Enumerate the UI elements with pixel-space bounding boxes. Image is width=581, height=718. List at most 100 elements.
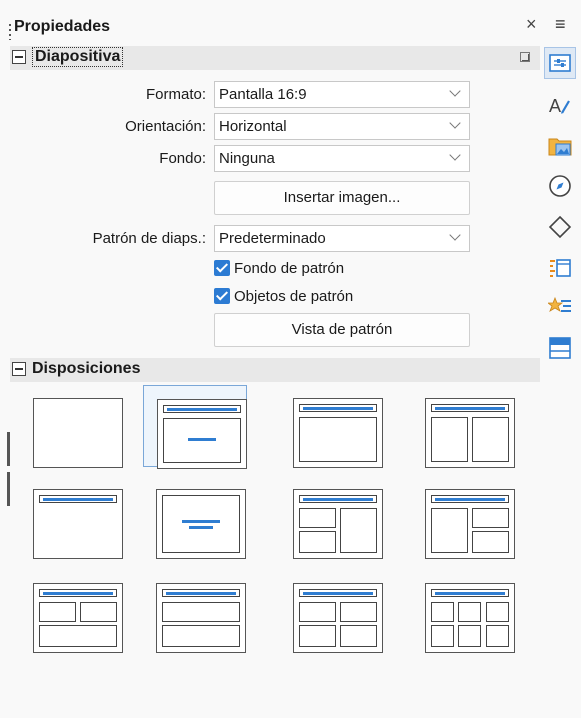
title-placeholder xyxy=(163,405,241,413)
master-view-button[interactable]: Vista de patrón xyxy=(214,313,470,347)
layout-title-two-content[interactable] xyxy=(412,385,516,468)
layout-thumbnail xyxy=(156,489,246,559)
styles-tab-icon[interactable]: A xyxy=(544,89,576,121)
text-line xyxy=(189,526,213,529)
layout-title-slide[interactable] xyxy=(143,385,247,469)
collapse-icon[interactable] xyxy=(12,362,26,376)
layout-thumbnail xyxy=(293,583,383,653)
content-placeholder xyxy=(486,602,509,622)
format-label: Formato: xyxy=(145,86,206,103)
layout-thumbnail xyxy=(156,583,246,653)
content-placeholder xyxy=(472,417,509,462)
content-placeholder xyxy=(472,508,509,528)
sidebar-tabbar: A xyxy=(540,40,581,718)
layout-thumbnail xyxy=(425,398,515,468)
section-title-layouts: Disposiciones xyxy=(32,360,141,377)
content-placeholder xyxy=(431,602,454,622)
text-line xyxy=(182,520,220,523)
svg-text:A: A xyxy=(549,96,561,116)
title-placeholder xyxy=(299,589,377,597)
more-options-icon[interactable] xyxy=(520,52,530,62)
content-placeholder xyxy=(431,417,468,462)
content-placeholder xyxy=(431,625,454,647)
layout-thumbnail xyxy=(425,583,515,653)
subtitle-line xyxy=(188,438,216,441)
format-value: Pantalla 16:9 xyxy=(219,86,307,103)
title-placeholder xyxy=(431,495,509,503)
master-objects-checkbox[interactable]: Objetos de patrón xyxy=(214,288,353,305)
layout-thumbnail xyxy=(293,489,383,559)
content-placeholder xyxy=(162,495,240,553)
content-placeholder xyxy=(299,531,336,553)
content-placeholder xyxy=(299,602,336,622)
splitter-handle[interactable] xyxy=(7,432,10,466)
title-placeholder xyxy=(431,404,509,412)
layout-thumbnail xyxy=(157,399,247,469)
layout-title-2content-content[interactable] xyxy=(280,476,384,559)
title-placeholder xyxy=(431,589,509,597)
background-label: Fondo: xyxy=(159,150,206,167)
layout-title-2content-over-content[interactable] xyxy=(20,570,124,653)
content-placeholder xyxy=(340,625,377,647)
background-dropdown[interactable]: Ninguna xyxy=(214,145,470,172)
master-slide-label: Patrón de diaps.: xyxy=(92,230,206,247)
format-dropdown[interactable]: Pantalla 16:9 xyxy=(214,81,470,108)
master-background-label: Fondo de patrón xyxy=(234,260,345,277)
close-icon[interactable]: × xyxy=(526,14,537,35)
content-placeholder xyxy=(431,508,468,553)
properties-tab-icon[interactable] xyxy=(544,47,576,79)
layout-thumbnail xyxy=(293,398,383,468)
layout-title-content-2content[interactable] xyxy=(412,476,516,559)
insert-image-button[interactable]: Insertar imagen... xyxy=(214,181,470,215)
master-slide-value: Predeterminado xyxy=(219,230,326,247)
content-placeholder xyxy=(39,602,76,622)
layout-centered-text[interactable] xyxy=(143,476,247,559)
animation-tab-icon[interactable] xyxy=(544,291,576,323)
chevron-down-icon xyxy=(449,85,461,97)
panel-title: Propiedades xyxy=(14,18,111,35)
master-objects-label: Objetos de patrón xyxy=(234,288,354,305)
content-placeholder xyxy=(458,602,481,622)
orientation-label: Orientación: xyxy=(125,118,206,135)
title-placeholder xyxy=(299,404,377,412)
orientation-dropdown[interactable]: Horizontal xyxy=(214,113,470,140)
content-placeholder xyxy=(458,625,481,647)
checkbox-checked-icon xyxy=(214,260,230,276)
title-placeholder xyxy=(39,589,117,597)
content-placeholder xyxy=(472,531,509,553)
properties-panel: Propiedades × Diapositiva Formato: Panta… xyxy=(0,0,540,718)
content-placeholder xyxy=(340,508,377,553)
drag-grip[interactable] xyxy=(9,24,11,40)
chevron-down-icon xyxy=(449,117,461,129)
slide-transition-tab-icon[interactable] xyxy=(544,252,576,284)
section-header-slide[interactable]: Diapositiva xyxy=(10,46,540,70)
splitter-handle[interactable] xyxy=(7,472,10,506)
layout-thumbnail xyxy=(33,489,123,559)
layout-title-content[interactable] xyxy=(280,385,384,468)
layout-title-only[interactable] xyxy=(20,476,124,559)
chevron-down-icon xyxy=(449,149,461,161)
title-placeholder xyxy=(299,495,377,503)
background-value: Ninguna xyxy=(219,150,275,167)
layout-title-6content[interactable] xyxy=(412,570,516,653)
gallery-tab-icon[interactable] xyxy=(544,130,576,162)
orientation-value: Horizontal xyxy=(219,118,287,135)
sidebar-menu-icon[interactable]: ≡ xyxy=(555,14,566,35)
checkbox-checked-icon xyxy=(214,288,230,304)
collapse-icon[interactable] xyxy=(12,50,26,64)
content-placeholder xyxy=(299,625,336,647)
layout-title-content-over-content[interactable] xyxy=(143,570,247,653)
content-placeholder xyxy=(340,602,377,622)
section-header-layouts[interactable]: Disposiciones xyxy=(10,358,540,382)
chevron-down-icon xyxy=(449,229,461,241)
layout-blank[interactable] xyxy=(20,385,124,468)
master-background-checkbox[interactable]: Fondo de patrón xyxy=(214,260,344,277)
shapes-tab-icon[interactable] xyxy=(544,211,576,243)
layout-title-4content[interactable] xyxy=(280,570,384,653)
section-title-slide: Diapositiva xyxy=(32,47,124,67)
title-placeholder xyxy=(39,495,117,503)
master-slide-dropdown[interactable]: Predeterminado xyxy=(214,225,470,252)
content-placeholder xyxy=(39,625,117,647)
master-slides-tab-icon[interactable] xyxy=(544,332,576,364)
navigator-tab-icon[interactable] xyxy=(544,170,576,202)
